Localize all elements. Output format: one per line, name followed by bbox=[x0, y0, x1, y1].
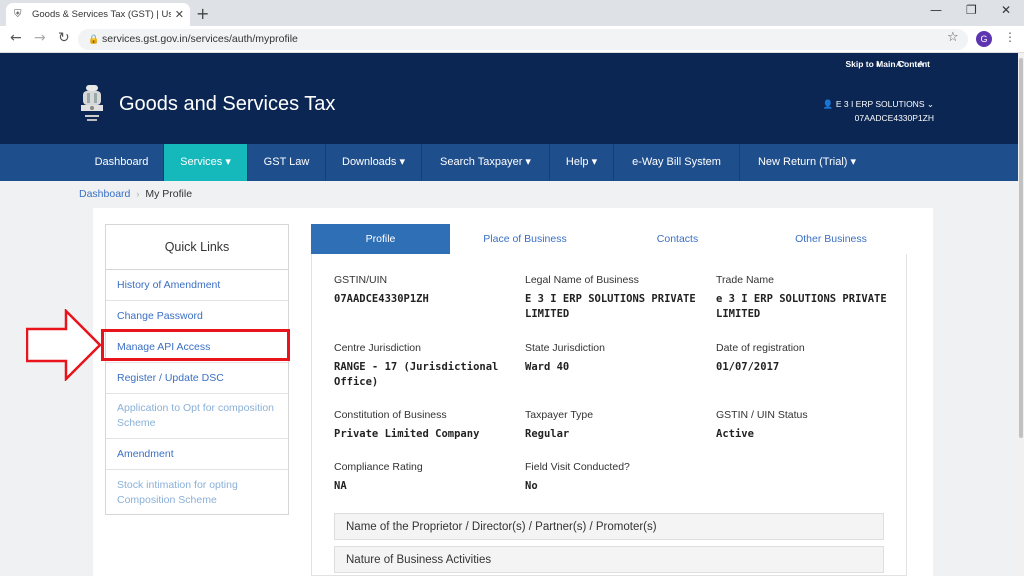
quick-link-history-of-amendment[interactable]: History of Amendment bbox=[106, 270, 288, 301]
quick-links-panel: Quick Links History of Amendment Change … bbox=[105, 224, 289, 515]
nav-downloads[interactable]: Downloads ▾ bbox=[326, 144, 422, 181]
registration-date-label: Date of registration bbox=[716, 342, 805, 354]
text-decrease-button[interactable]: A⁻ bbox=[918, 59, 928, 70]
field-visit-label: Field Visit Conducted? bbox=[525, 461, 630, 473]
taxpayer-type-value: Regular bbox=[525, 428, 570, 440]
quick-link-opt-composition[interactable]: Application to Opt for composition Schem… bbox=[106, 394, 288, 439]
contrast-icon[interactable]: ◐ bbox=[876, 59, 881, 69]
breadcrumb-current: My Profile bbox=[145, 188, 193, 200]
quick-link-stock-intimation[interactable]: Stock intimation for opting Composition … bbox=[106, 470, 288, 515]
nav-eway-bill[interactable]: e-Way Bill System bbox=[614, 144, 740, 181]
accordion-proprietor-directors[interactable]: Name of the Proprietor / Director(s) / P… bbox=[334, 513, 884, 540]
lock-icon: 🔒 bbox=[88, 34, 100, 44]
constitution-label: Constitution of Business bbox=[334, 409, 447, 421]
reload-icon[interactable]: ↻ bbox=[58, 30, 70, 46]
national-emblem-logo[interactable] bbox=[78, 83, 106, 125]
scrollbar-thumb[interactable] bbox=[1019, 58, 1023, 438]
trade-name-value: e 3 I ERP SOLUTIONS PRIVATE LIMITED bbox=[716, 293, 887, 320]
user-icon: 👤 bbox=[822, 99, 834, 109]
gstin-value: 07AADCE4330P1ZH bbox=[334, 293, 429, 305]
registration-date-value: 01/07/2017 bbox=[716, 361, 780, 373]
site-header: Skip to Main Content ◐ A⁺ A⁻ Goods and S… bbox=[0, 53, 1024, 144]
bookmark-star-icon[interactable]: ☆ bbox=[947, 30, 959, 45]
accordion-nature-of-business[interactable]: Nature of Business Activities bbox=[334, 546, 884, 573]
field-visit-value: No bbox=[525, 480, 538, 492]
tab-contacts[interactable]: Contacts bbox=[600, 224, 755, 254]
quick-links-title: Quick Links bbox=[106, 225, 288, 270]
quick-link-register-update-dsc[interactable]: Register / Update DSC bbox=[106, 363, 288, 394]
centre-jurisdiction-value: RANGE - 17 (Jurisdictional Office) bbox=[334, 361, 499, 388]
user-gstin: 07AADCE4330P1ZH bbox=[854, 113, 934, 123]
new-tab-button[interactable]: + bbox=[196, 4, 209, 23]
constitution-value: Private Limited Company bbox=[334, 428, 480, 440]
nav-gst-law[interactable]: GST Law bbox=[248, 144, 326, 181]
tab-other-business[interactable]: Other Business bbox=[755, 224, 907, 254]
user-name: E 3 I ERP SOLUTIONS bbox=[835, 99, 925, 109]
browser-tab[interactable]: ⛨ Goods & Services Tax (GST) | Use ✕ bbox=[6, 3, 190, 26]
quick-link-amendment[interactable]: Amendment bbox=[106, 439, 288, 470]
restore-icon[interactable]: ❐ bbox=[966, 3, 977, 17]
profile-tabs: Profile Place of Business Contacts Other… bbox=[311, 224, 907, 254]
chevron-down-icon: ⌄ bbox=[926, 99, 934, 109]
legal-name-value: E 3 I ERP SOLUTIONS PRIVATE LIMITED bbox=[525, 293, 696, 320]
browser-tab-title: Goods & Services Tax (GST) | Use bbox=[32, 9, 171, 20]
state-jurisdiction-label: State Jurisdiction bbox=[525, 342, 605, 354]
text-increase-button[interactable]: A⁺ bbox=[896, 59, 906, 70]
tab-profile[interactable]: Profile bbox=[311, 224, 450, 254]
back-icon[interactable]: ← bbox=[10, 30, 22, 46]
close-tab-icon[interactable]: ✕ bbox=[175, 8, 184, 21]
address-bar[interactable]: 🔒 services.gst.gov.in/services/auth/mypr… bbox=[78, 29, 968, 50]
breadcrumb-separator-icon: › bbox=[136, 189, 140, 199]
nav-services[interactable]: Services ▾ bbox=[164, 144, 248, 181]
site-title[interactable]: Goods and Services Tax bbox=[119, 93, 335, 116]
taxpayer-type-label: Taxpayer Type bbox=[525, 409, 594, 421]
url-text: services.gst.gov.in/services/auth/myprof… bbox=[102, 33, 298, 45]
centre-jurisdiction-label: Centre Jurisdiction bbox=[334, 342, 421, 354]
nav-new-return[interactable]: New Return (Trial) ▾ bbox=[740, 144, 874, 181]
quick-link-change-password[interactable]: Change Password bbox=[106, 301, 288, 332]
browser-toolbar: ← → ↻ 🔒 services.gst.gov.in/services/aut… bbox=[0, 26, 1024, 53]
trade-name-label: Trade Name bbox=[716, 274, 774, 286]
highlight-box bbox=[101, 329, 290, 361]
nav-dashboard[interactable]: Dashboard bbox=[80, 144, 164, 181]
nav-help[interactable]: Help ▾ bbox=[550, 144, 614, 181]
tab-place-of-business[interactable]: Place of Business bbox=[450, 224, 600, 254]
close-window-icon[interactable]: ✕ bbox=[1001, 3, 1011, 17]
breadcrumb: Dashboard › My Profile bbox=[79, 188, 192, 200]
browser-tab-strip: ⛨ Goods & Services Tax (GST) | Use ✕ + —… bbox=[0, 0, 1024, 26]
browser-menu-icon[interactable]: ⋮ bbox=[1004, 30, 1016, 44]
profile-avatar[interactable]: G bbox=[976, 31, 992, 47]
forward-icon[interactable]: → bbox=[34, 30, 46, 46]
compliance-rating-value: NA bbox=[334, 480, 347, 492]
main-nav: Dashboard Services ▾ GST Law Downloads ▾… bbox=[0, 144, 1024, 181]
legal-name-label: Legal Name of Business bbox=[525, 274, 639, 286]
gstin-status-value: Active bbox=[716, 428, 754, 440]
breadcrumb-dashboard[interactable]: Dashboard bbox=[79, 188, 130, 200]
gstin-label: GSTIN/UIN bbox=[334, 274, 388, 286]
compliance-rating-label: Compliance Rating bbox=[334, 461, 423, 473]
nav-search-taxpayer[interactable]: Search Taxpayer ▾ bbox=[422, 144, 550, 181]
user-menu[interactable]: 👤 E 3 I ERP SOLUTIONS ⌄ bbox=[823, 99, 934, 110]
gst-favicon-icon: ⛨ bbox=[14, 8, 22, 20]
state-jurisdiction-value: Ward 40 bbox=[525, 361, 570, 373]
pointer-arrow-icon bbox=[26, 309, 102, 381]
minimize-icon[interactable]: — bbox=[930, 3, 942, 17]
gstin-status-label: GSTIN / UIN Status bbox=[716, 409, 808, 421]
